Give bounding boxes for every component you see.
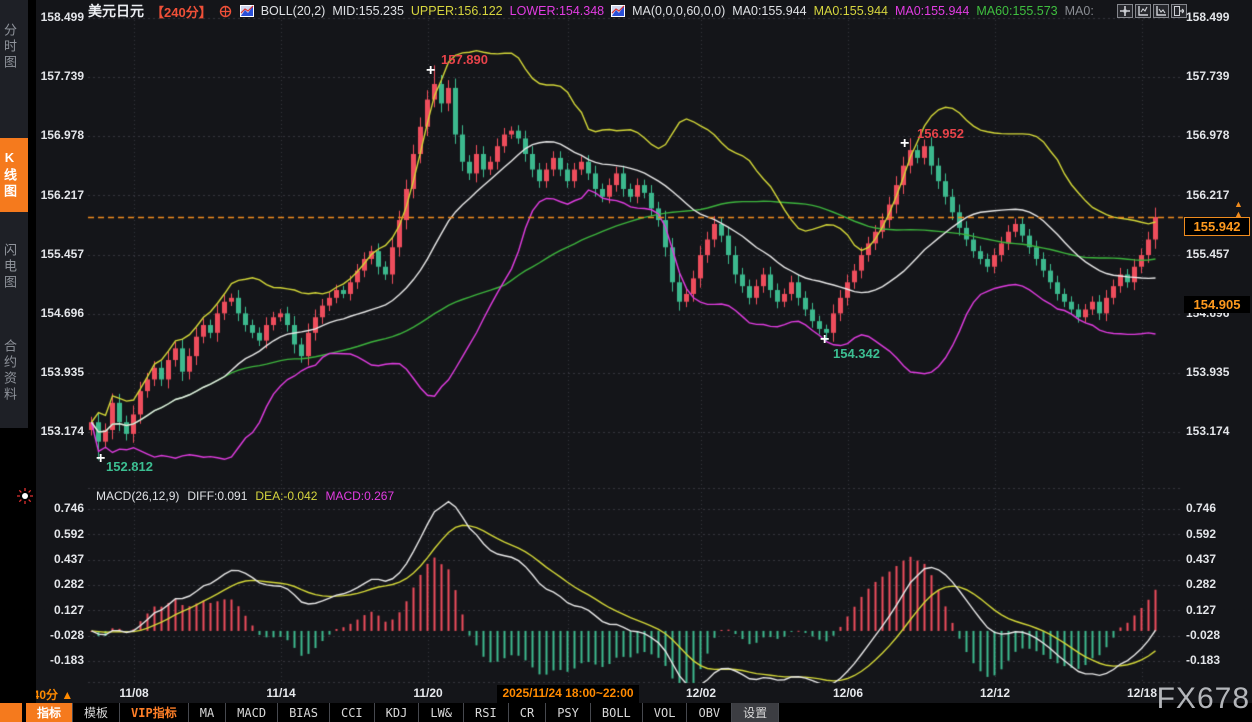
high-price-annotation: 157.890 — [441, 52, 488, 67]
x-axis-date: 12/06 — [816, 686, 880, 700]
y-axis-label: 153.935 — [1186, 365, 1248, 379]
ma-indicator-icon[interactable] — [611, 5, 625, 17]
y-axis-label: 155.457 — [1186, 247, 1248, 261]
macd-panel-header: MACD(26,12,9) DIFF:0.091 DEA:-0.042 MACD… — [96, 489, 394, 503]
macd-diff-value: DIFF:0.091 — [187, 489, 247, 503]
x-axis-date: 11/20 — [396, 686, 460, 700]
pan-mode-button[interactable] — [1117, 4, 1133, 18]
toolbar-button-settings[interactable]: 设置 — [732, 703, 779, 722]
toolbar-corner-accent — [0, 703, 22, 722]
ma0-white-value: MA0:155.944 — [732, 4, 806, 18]
macd-axis-label: 0.746 — [1186, 501, 1248, 515]
macd-axis-label: 0.437 — [30, 552, 84, 566]
period-label: 【240分】 — [151, 2, 212, 21]
ma0-yellow-value: MA0:155.944 — [814, 4, 888, 18]
low-price-annotation: 152.812 — [106, 459, 153, 474]
sidebar-tab-timeline-chart[interactable]: 分时图 — [0, 8, 28, 86]
macd-macd-value: MACD:0.267 — [325, 489, 394, 503]
y-axis-label: 157.739 — [30, 69, 84, 83]
macd-axis-label: 0.592 — [1186, 527, 1248, 541]
macd-axis-label: 0.746 — [30, 501, 84, 515]
y-axis-label: 153.174 — [1186, 424, 1248, 438]
boll-lower-value: LOWER:154.348 — [510, 4, 605, 18]
macd-name-label: MACD(26,12,9) — [96, 489, 179, 503]
toolbar-button-obv[interactable]: OBV — [687, 703, 732, 722]
x-axis-date: 12/12 — [963, 686, 1027, 700]
exit-fullscreen-button[interactable] — [1171, 4, 1187, 18]
x-axis-date: 11/14 — [249, 686, 313, 700]
toolbar-button-cci[interactable]: CCI — [330, 703, 375, 722]
y-axis-label: 153.935 — [30, 365, 84, 379]
live-status-icon — [16, 487, 34, 505]
high-price-annotation: 156.952 — [917, 126, 964, 141]
y-axis-label: 158.499 — [30, 10, 84, 24]
y-axis-label: 156.217 — [30, 188, 84, 202]
macd-axis-label: 0.282 — [30, 577, 84, 591]
last-price-tag: 155.942 — [1184, 217, 1250, 236]
macd-axis-label: 0.127 — [30, 603, 84, 617]
y-axis-label: 158.499 — [1186, 10, 1248, 24]
boll-name-label: BOLL(20,2) — [261, 4, 326, 18]
zoom-in-chart-button[interactable] — [1135, 4, 1151, 18]
toolbar-button-boll[interactable]: BOLL — [591, 703, 643, 722]
fx678-watermark: FX678 — [1157, 682, 1250, 716]
y-axis-label: 153.174 — [30, 424, 84, 438]
macd-axis-label: -0.183 — [1186, 653, 1248, 667]
y-axis-label: 155.457 — [30, 247, 84, 261]
ma-name-label: MA(0,0,0,60,0,0) — [632, 4, 725, 18]
toolbar-button-templates[interactable]: 模板 — [73, 703, 120, 722]
sidebar-tab-contract-info[interactable]: 合约资料 — [0, 320, 28, 422]
macd-dea-value: DEA:-0.042 — [255, 489, 317, 503]
toolbar-button-bias[interactable]: BIAS — [278, 703, 330, 722]
x-axis-date: 12/02 — [669, 686, 733, 700]
toolbar-button-kdj[interactable]: KDJ — [375, 703, 420, 722]
toolbar-button-vip-indicators[interactable]: VIP指标 — [120, 703, 189, 722]
ma0-gray-value: MA0: — [1065, 4, 1094, 18]
chart-header: 美元日元 【240分】 BOLL(20,2) MID:155.235 UPPER… — [88, 3, 1094, 19]
crosshair-marker: + — [900, 137, 909, 151]
y-axis-label: 156.978 — [1186, 128, 1248, 142]
low-price-annotation: 154.342 — [833, 346, 880, 361]
crosshair-marker: + — [820, 333, 829, 347]
last-price-marker-icon: ▲▲ — [1234, 199, 1243, 219]
macd-axis-label: -0.183 — [30, 653, 84, 667]
crosshair-marker: + — [96, 452, 105, 466]
symbol-title: 美元日元 — [88, 1, 144, 21]
macd-axis-label: 0.127 — [1186, 603, 1248, 617]
toolbar-button-indicators[interactable]: 指标 — [26, 703, 73, 722]
y-axis-label: 154.696 — [30, 306, 84, 320]
toolbar-button-psy[interactable]: PSY — [546, 703, 591, 722]
toolbar-button-rsi[interactable]: RSI — [464, 703, 509, 722]
toolbar-button-vol[interactable]: VOL — [643, 703, 688, 722]
toolbar-button-cr[interactable]: CR — [509, 703, 546, 722]
ma0-magenta-value: MA0:155.944 — [895, 4, 969, 18]
toolbar-button-lwr[interactable]: LW& — [419, 703, 464, 722]
indicator-toolbar: 指标 模板 VIP指标 MA MACD BIAS CCI KDJ LW& RSI… — [0, 703, 1252, 722]
x-axis-date: 11/08 — [102, 686, 166, 700]
macd-axis-label: 0.592 — [30, 527, 84, 541]
left-sidebar: 分时图 K线图 闪电图 合约资料 — [0, 0, 36, 722]
boll-mid-value: MID:155.235 — [332, 4, 404, 18]
sidebar-tab-lightning-chart[interactable]: 闪电图 — [0, 228, 28, 306]
macd-axis-label: 0.437 — [1186, 552, 1248, 566]
trading-app-window: 美元日元 【240分】 BOLL(20,2) MID:155.235 UPPER… — [0, 0, 1252, 722]
crosshair-target-icon[interactable] — [219, 5, 233, 17]
macd-axis-label: -0.028 — [1186, 628, 1248, 642]
marked-price-tag: 154.905 — [1184, 296, 1250, 313]
boll-indicator-icon[interactable] — [240, 5, 254, 17]
macd-axis-label: -0.028 — [30, 628, 84, 642]
toolbar-button-ma[interactable]: MA — [189, 703, 226, 722]
y-axis-label: 157.739 — [1186, 69, 1248, 83]
toolbar-button-macd[interactable]: MACD — [226, 703, 278, 722]
y-axis-label: 156.978 — [30, 128, 84, 142]
macd-axis-label: 0.282 — [1186, 577, 1248, 591]
crosshair-marker: + — [426, 64, 435, 78]
boll-upper-value: UPPER:156.122 — [411, 4, 503, 18]
ma60-value: MA60:155.573 — [976, 4, 1057, 18]
sidebar-tab-kline-chart[interactable]: K线图 — [0, 138, 28, 212]
chart-canvas[interactable] — [0, 0, 1252, 722]
zoom-out-chart-button[interactable] — [1153, 4, 1169, 18]
